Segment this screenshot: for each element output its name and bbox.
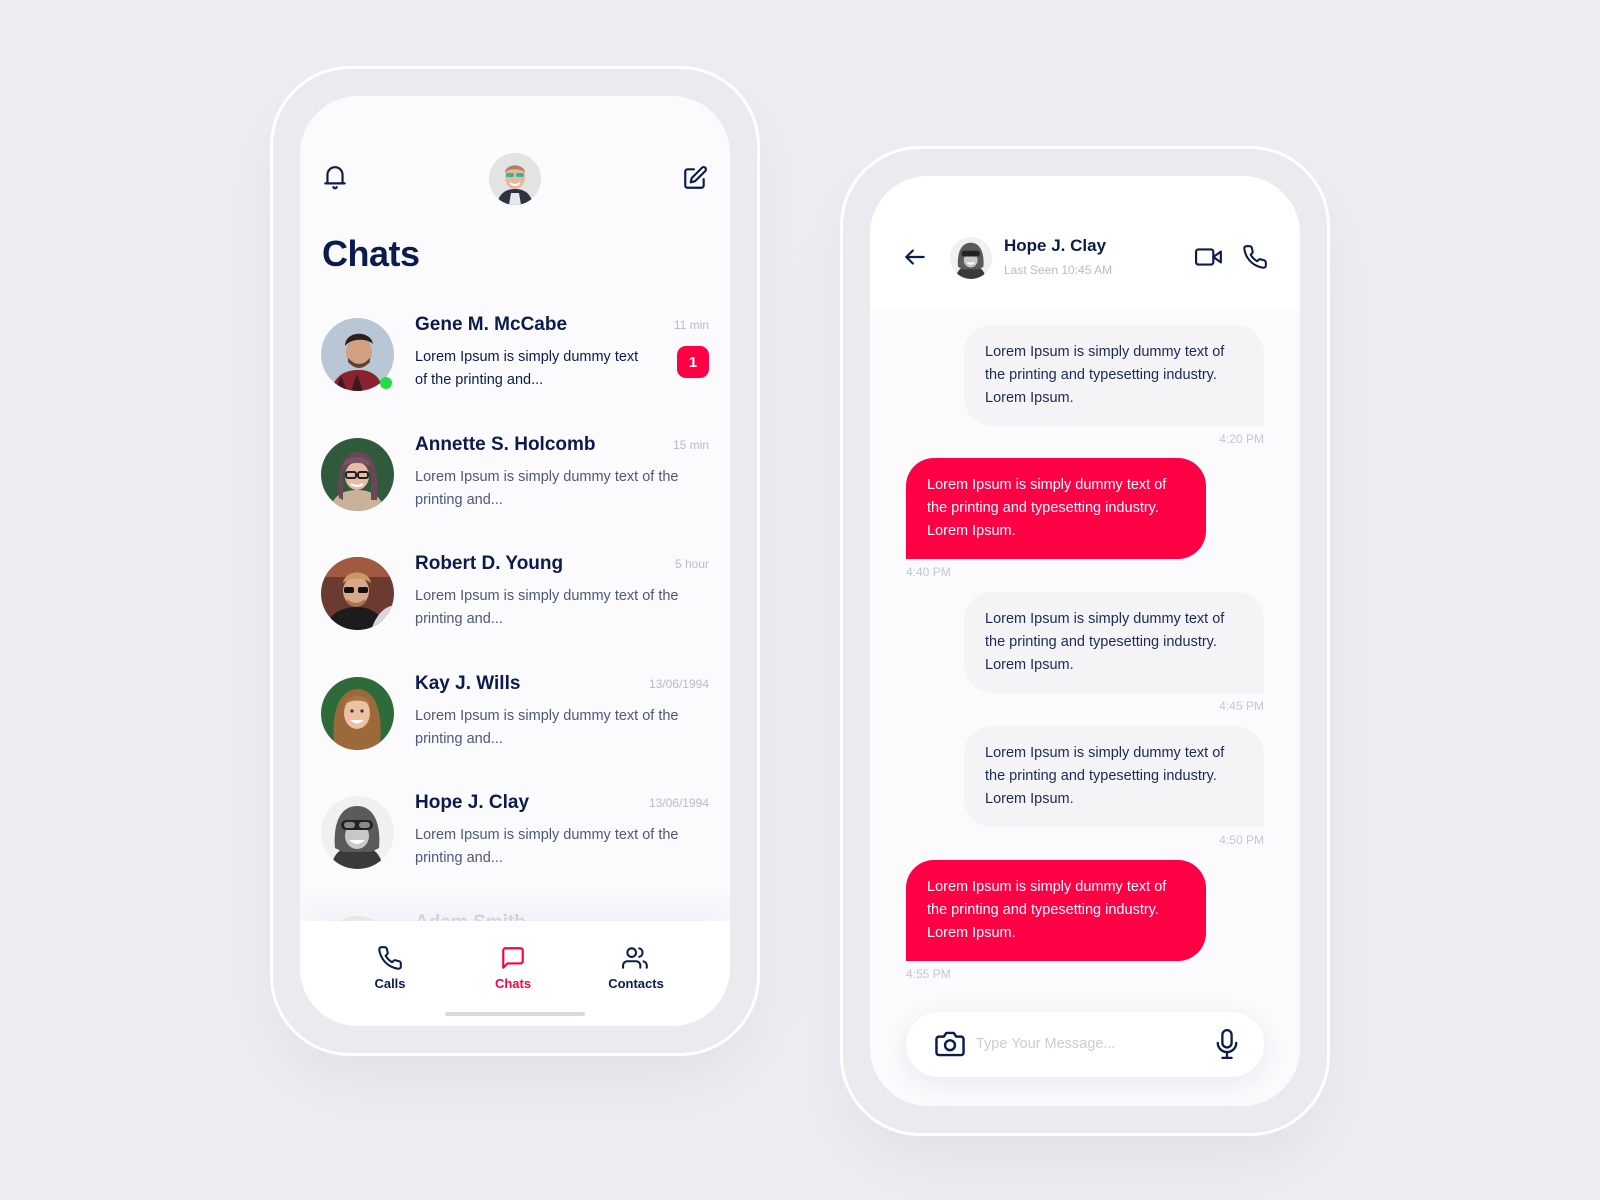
chats-top-bar — [300, 151, 730, 207]
message-time: 4:40 PM — [906, 565, 951, 579]
message-received: Lorem Ipsum is simply dummy text of the … — [964, 592, 1264, 713]
page-title: Chats — [322, 233, 420, 274]
avatar — [321, 437, 394, 511]
compose-icon — [684, 166, 707, 189]
chat-contact-name: Annette S. Holcomb — [415, 433, 596, 455]
camera-icon — [935, 1031, 965, 1057]
chat-timestamp: 13/06/1994 — [648, 676, 709, 691]
phone-frame-chats: Chats Gene M. McCabe 11 min Lorem Ipsum … — [270, 66, 760, 1056]
chat-bubble-icon — [502, 947, 524, 969]
chat-list-item[interactable]: Annette S. Holcomb 15 min Lorem Ipsum is… — [300, 433, 730, 556]
back-button[interactable] — [900, 242, 930, 272]
tab-calls[interactable]: Calls — [340, 945, 440, 991]
message-bubble: Lorem Ipsum is simply dummy text of the … — [906, 458, 1206, 559]
phone-frame-conversation: Hope J. Clay Last Seen 10:45 AM Lorem Ip… — [840, 146, 1330, 1136]
message-bubble: Lorem Ipsum is simply dummy text of the … — [964, 592, 1264, 693]
phone-icon — [1243, 245, 1267, 269]
conversation-header: Hope J. Clay Last Seen 10:45 AM — [870, 176, 1300, 310]
chat-list-item[interactable]: Hope J. Clay 13/06/1994 Lorem Ipsum is s… — [300, 792, 730, 914]
chat-preview: Lorem Ipsum is simply dummy text of the … — [415, 588, 679, 627]
message-bubble: Lorem Ipsum is simply dummy text of the … — [906, 860, 1206, 961]
video-camera-icon — [1195, 248, 1222, 266]
chat-preview: Lorem Ipsum is simply dummy text of the … — [415, 707, 679, 747]
message-time: 4:45 PM — [1219, 699, 1264, 713]
avatar — [321, 796, 394, 869]
chat-preview: Lorem Ipsum is simply dummy text of the … — [415, 827, 679, 866]
compose-button[interactable] — [680, 163, 710, 193]
profile-photo — [489, 153, 541, 205]
camera-button[interactable] — [934, 1029, 966, 1059]
chat-contact-name: Hope J. Clay — [415, 792, 530, 813]
tab-label: Calls — [374, 976, 406, 991]
users-icon — [622, 947, 648, 969]
tab-contacts[interactable]: Contacts — [586, 945, 686, 991]
chats-screen: Chats Gene M. McCabe 11 min Lorem Ipsum … — [300, 96, 730, 1026]
bottom-tab-bar: Calls Chats Contacts — [300, 921, 730, 1026]
message-input[interactable] — [976, 1030, 1176, 1058]
contact-name: Hope J. Clay — [1004, 236, 1107, 255]
profile-avatar[interactable] — [489, 153, 541, 205]
last-seen-status: Last Seen 10:45 AM — [1004, 263, 1113, 277]
chat-list-item[interactable]: Kay J. Wills 13/06/1994 Lorem Ipsum is s… — [300, 672, 730, 795]
chat-contact-name: Robert D. Young — [415, 553, 564, 574]
arrow-left-icon — [905, 249, 925, 265]
chat-timestamp: 13/06/1994 — [648, 796, 709, 810]
chat-timestamp: 5 hour — [674, 557, 709, 571]
notifications-button[interactable] — [320, 163, 350, 193]
chat-timestamp: 15 min — [672, 437, 709, 452]
tab-chats[interactable]: Chats — [463, 945, 563, 991]
message-received: Lorem Ipsum is simply dummy text of the … — [964, 726, 1264, 847]
message-time: 4:20 PM — [1219, 432, 1264, 446]
unread-count-badge: 1 — [677, 346, 709, 378]
message-sent: Lorem Ipsum is simply dummy text of the … — [906, 860, 1206, 981]
microphone-button[interactable] — [1214, 1028, 1240, 1060]
chat-list-item[interactable]: Gene M. McCabe 11 min Lorem Ipsum is sim… — [300, 314, 730, 436]
home-indicator — [445, 1012, 585, 1016]
message-composer — [906, 1012, 1264, 1077]
voice-call-button[interactable] — [1240, 242, 1270, 272]
video-call-button[interactable] — [1194, 242, 1224, 272]
chat-contact-name: Gene M. McCabe — [415, 314, 568, 335]
message-bubble: Lorem Ipsum is simply dummy text of the … — [964, 726, 1264, 827]
microphone-icon — [1216, 1029, 1238, 1059]
chat-contact-name: Kay J. Wills — [415, 672, 521, 694]
message-sent: Lorem Ipsum is simply dummy text of the … — [906, 458, 1206, 579]
tab-label: Chats — [494, 976, 532, 991]
contact-avatar[interactable] — [950, 237, 992, 279]
message-received: Lorem Ipsum is simply dummy text of the … — [964, 325, 1264, 446]
chat-list-item[interactable]: Robert D. Young 5 hour Lorem Ipsum is si… — [300, 553, 730, 675]
message-time: 4:55 PM — [906, 967, 951, 981]
conversation-screen: Hope J. Clay Last Seen 10:45 AM Lorem Ip… — [870, 176, 1300, 1106]
phone-icon — [378, 946, 402, 970]
chat-preview: Lorem Ipsum is simply dummy text of the … — [415, 468, 679, 508]
tab-label: Contacts — [608, 976, 664, 991]
online-status-indicator — [380, 377, 392, 389]
avatar — [321, 557, 394, 630]
message-thread: Lorem Ipsum is simply dummy text of the … — [870, 310, 1300, 1106]
chat-preview: Lorem Ipsum is simply dummy text of the … — [415, 349, 639, 388]
message-bubble: Lorem Ipsum is simply dummy text of the … — [964, 325, 1264, 426]
chat-list: Gene M. McCabe 11 min Lorem Ipsum is sim… — [300, 314, 730, 1026]
message-time: 4:50 PM — [1219, 833, 1264, 847]
bell-icon — [324, 166, 346, 190]
chat-timestamp: 11 min — [673, 318, 709, 332]
avatar — [321, 676, 394, 750]
